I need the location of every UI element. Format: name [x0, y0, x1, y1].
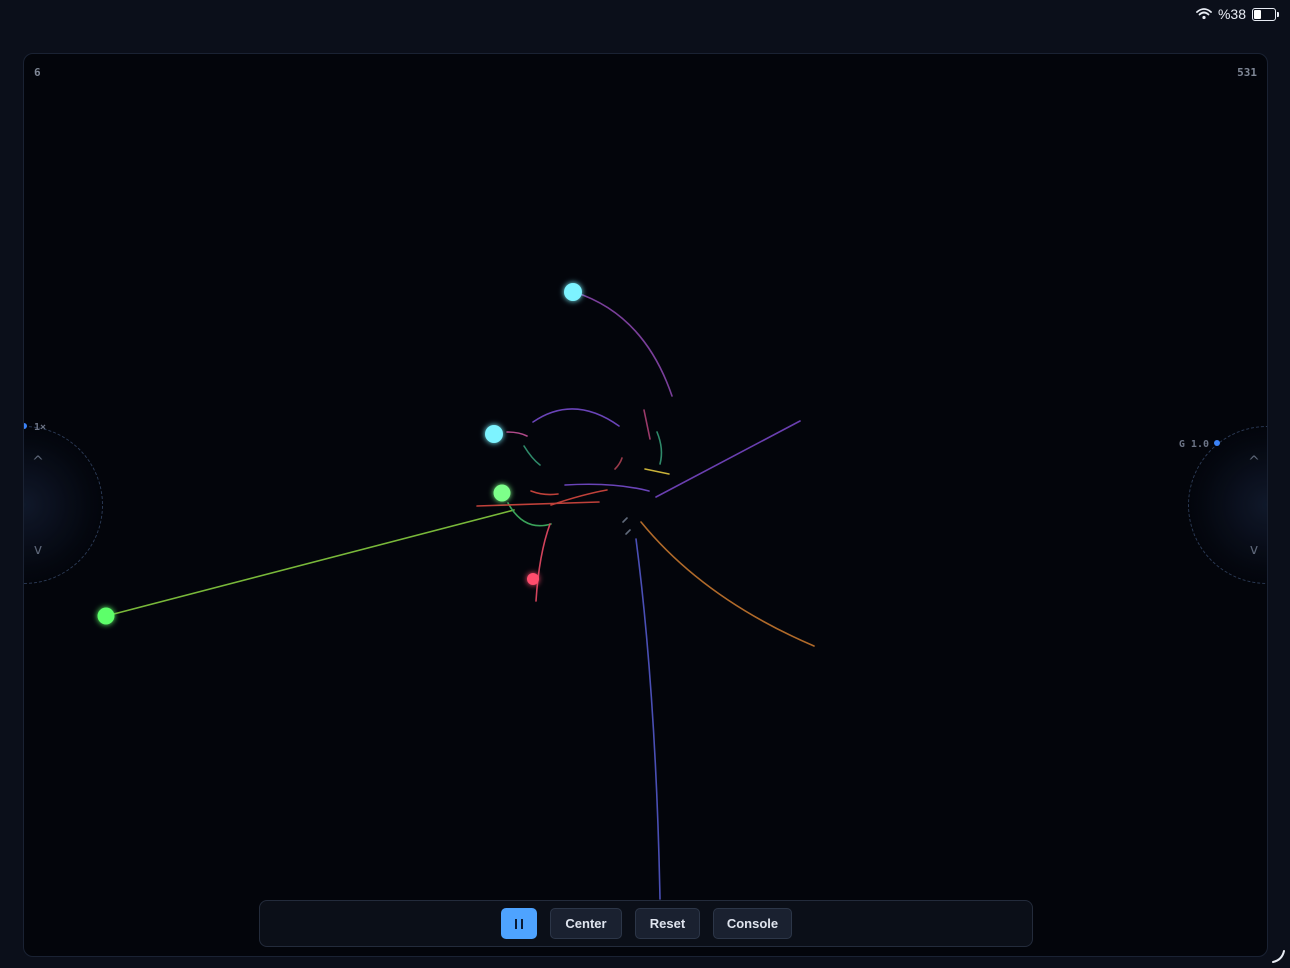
- trail-red-dot: [614, 457, 623, 470]
- battery-level-fill: [1254, 9, 1261, 19]
- step-count-readout: 531: [1237, 66, 1257, 79]
- body-cyan-top[interactable]: [564, 283, 582, 301]
- body-red[interactable]: [527, 573, 539, 585]
- simulation-canvas[interactable]: [24, 54, 1267, 956]
- simulation-panel[interactable]: 6 531 1× ^ v G 1.0 ^ v Center Reset Cons…: [23, 53, 1268, 957]
- trail-orange-long: [640, 521, 815, 647]
- pause-button[interactable]: [501, 908, 537, 939]
- trail-purple-line: [655, 420, 801, 498]
- speed-up-button[interactable]: ^: [30, 454, 46, 470]
- resize-handle-icon[interactable]: [1270, 948, 1286, 964]
- trail-pink-small: [506, 431, 528, 437]
- gravity-up-button[interactable]: ^: [1246, 454, 1262, 470]
- celestial-bodies[interactable]: [97, 283, 583, 625]
- battery-icon: [1252, 7, 1279, 21]
- body-count-readout: 6: [34, 66, 41, 79]
- gravity-dial-indicator: [1214, 440, 1220, 446]
- trail-teal-small: [523, 445, 541, 466]
- body-green-center[interactable]: [493, 484, 511, 502]
- trail-green-long: [105, 509, 515, 617]
- trail-blue-long: [635, 538, 661, 900]
- control-toolbar: Center Reset Console: [259, 900, 1033, 947]
- trail-green-curve: [507, 502, 552, 527]
- trail-red-short: [535, 523, 551, 602]
- trail-purple-arc: [573, 291, 673, 397]
- speed-down-button[interactable]: v: [30, 542, 46, 558]
- wifi-icon: [1196, 8, 1212, 20]
- status-indicators: %38: [1196, 6, 1279, 22]
- trail-violet-arc: [532, 408, 620, 427]
- trail-pink-mid: [643, 409, 651, 440]
- trail-red-tiny: [530, 490, 559, 496]
- status-bar: %38: [0, 0, 1290, 34]
- pause-icon: [513, 918, 525, 929]
- trail-gray-dot2: [625, 529, 631, 535]
- trail-orange-short: [644, 468, 670, 475]
- trail-red-line: [476, 501, 600, 507]
- speed-dial-label: 1×: [34, 422, 47, 433]
- console-button[interactable]: Console: [713, 908, 792, 939]
- trail-teal-right: [656, 431, 663, 465]
- body-green-far[interactable]: [97, 607, 115, 625]
- reset-button[interactable]: Reset: [635, 908, 700, 939]
- center-button[interactable]: Center: [550, 908, 622, 939]
- gravity-dial-label: G 1.0: [1178, 439, 1209, 450]
- gravity-down-button[interactable]: v: [1246, 542, 1262, 558]
- trail-gray-dot: [622, 517, 628, 523]
- body-cyan-left[interactable]: [485, 425, 503, 443]
- battery-percent: %38: [1217, 6, 1246, 22]
- orbit-trails: [105, 291, 815, 900]
